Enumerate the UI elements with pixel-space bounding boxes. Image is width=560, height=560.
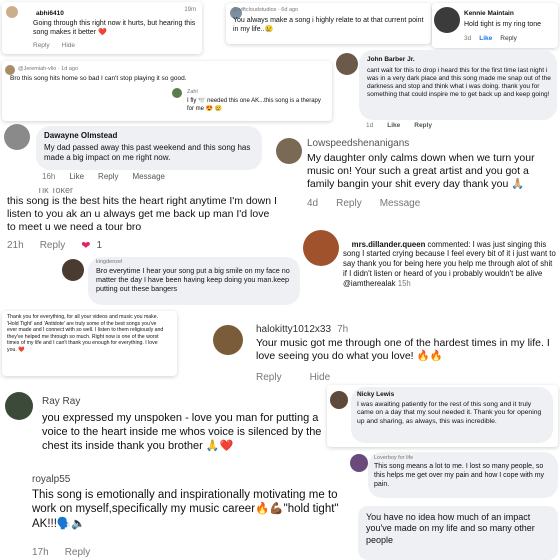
comment-user[interactable]: Kennie Maintain [464,10,514,18]
comment-text: this song is the best hits the heart rig… [7,195,277,234]
comment-time: 15h [397,278,411,288]
comment-time: 21h [7,240,24,251]
comment-text: Bro everytime I hear your song put a big… [96,266,292,293]
comment-user[interactable]: Ray Ray [42,396,80,409]
comment-bubble: John Barber Jr. cant wait for this to dr… [359,50,557,120]
comment-text: Your music got me through one of the har… [256,337,553,363]
avatar[interactable] [213,325,243,355]
hide-button[interactable]: Hide [310,372,331,383]
comment-text: You have no idea how much of an impact y… [366,512,538,545]
avatar[interactable] [4,124,30,150]
avatar[interactable] [350,454,368,472]
comment-time: 1d [366,122,374,129]
comment-card-tiktoker: Tik Toker this song is the best hits the… [2,188,277,254]
comment-card-lowspeed: Lowspeedshenanigans My daughter only cal… [273,134,560,214]
avatar[interactable] [5,65,15,75]
comment-text: This song means a lot to me. I lost so m… [374,463,546,488]
comment-user[interactable]: royalp55 [32,474,70,487]
reply-avatar[interactable] [172,88,182,98]
comment-card-thankyou: Thank you for everything, for all your v… [2,311,177,376]
comment-user[interactable]: Loverboy for life [374,455,413,462]
avatar[interactable] [336,53,358,75]
reply-button[interactable]: Reply [40,240,66,251]
comment-card-loverboy: Loverboy for life This song means a lot … [350,452,560,498]
like-button[interactable]: Like [479,35,492,42]
comment-bubble: kingdenzel Bro everytime I hear your son… [88,257,300,305]
comment-text: you expressed my unspoken - love you man… [42,412,325,452]
comment-text: My daughter only calms down when we turn… [307,152,538,191]
comment-time: 4d [307,198,319,209]
reply-button[interactable]: Reply [33,42,50,49]
comment-card-kingdenzel: kingdenzel Bro everytime I hear your son… [62,255,302,307]
comment-user[interactable]: mrs.dillander.queen [352,240,426,249]
comment-time: 16h [42,172,56,181]
comment-user[interactable]: halokitty1012x33 [256,324,331,335]
avatar[interactable] [5,392,33,420]
comment-user[interactable]: kingdenzel [96,259,122,266]
comment-user[interactable]: Nicky Lewis [357,391,394,399]
reply-user[interactable]: Zahl [187,89,198,96]
reply-text: I fly 🕊️ needed this one AK...this song … [187,98,323,112]
reply-button[interactable]: Reply [336,198,362,209]
comment-text: mrs.dillander.queen commented: I was jus… [343,239,558,288]
comment-user[interactable]: @wiftcloudstudios · 6d ago [232,7,298,14]
comment-card-royalp55: royalp55 This song is emotionally and in… [2,474,352,560]
message-button[interactable]: Message [380,198,421,209]
comment-text: Going through this right now it hurts, b… [33,20,198,36]
comment-user[interactable]: John Barber Jr. [367,56,415,64]
comment-user[interactable]: Dawayne Olmstead [44,131,117,141]
comment-bubble: Dawayne Olmstead My dad passed away this… [36,126,262,170]
comment-time: 17h [32,547,49,558]
comment-bubble: Nicky Lewis I was awaiting patiently for… [351,387,553,443]
like-button[interactable]: Like [69,172,84,181]
comment-card-jeremiah: @Jeremiah-vlio · 1d ago Bro this song hi… [2,61,332,121]
avatar[interactable] [330,391,348,409]
avatar[interactable] [303,230,339,266]
avatar[interactable] [62,259,84,281]
like-button[interactable]: Like [387,122,400,129]
comment-card-impact: You have no idea how much of an impact y… [352,506,560,560]
comment-text: cant wait for this to drop i heard this … [367,67,553,99]
comment-user[interactable]: Lowspeedshenanigans [307,138,409,151]
comment-card-dawayne: Dawayne Olmstead My dad passed away this… [2,124,272,186]
reply-button[interactable]: Reply [98,172,118,181]
comment-text: You always make a song i highly relate t… [233,17,426,33]
comment-bubble: You have no idea how much of an impact y… [358,506,558,560]
reply-button[interactable]: Reply [414,122,432,129]
comment-text: Bro this song hits home so bad I can't s… [10,75,187,82]
comment-card-nicky: Nicky Lewis I was awaiting patiently for… [327,385,558,447]
comment-card-rayray: Ray Ray you expressed my unspoken - love… [2,392,332,478]
comment-card-abhi: abhi6410 Going through this right now it… [2,2,202,54]
comment-card-kennie: Kennie Maintain Hold tight is my ring to… [432,3,558,48]
like-count: 1 [96,240,103,251]
comment-card-john: John Barber Jr. cant wait for this to dr… [332,50,560,134]
comment-time: 3d [464,35,472,42]
comment-text: This song is emotionally and inspiration… [32,489,342,530]
comment-text: Hold tight is my ring tone [464,21,542,28]
comment-card-halokitty: halokitty1012x33 7h Your music got me th… [212,322,560,386]
comment-time: 19m [184,7,196,13]
heart-icon[interactable]: ❤︎ [81,239,90,252]
comment-text: Thank you for everything, for all your v… [7,314,165,353]
reply-button[interactable]: Reply [65,547,91,558]
comment-text: My dad passed away this past weekend and… [44,143,253,162]
comment-user[interactable]: @Jeremiah-vlio · 1d ago [18,66,78,73]
hide-button[interactable]: Hide [62,42,75,49]
comment-card-wiftcloud: @wiftcloudstudios · 6d ago You always ma… [226,3,431,44]
avatar[interactable] [6,6,18,18]
comment-user[interactable]: abhi6410 [36,10,64,18]
comment-text: I was awaiting patiently for the rest of… [357,401,544,425]
avatar[interactable] [434,7,460,33]
reply-button[interactable]: Reply [500,35,517,42]
reply-button[interactable]: Reply [256,372,282,383]
comment-card-mrsdillander: mrs.dillander.queen commented: I was jus… [300,226,560,296]
avatar[interactable] [276,138,302,164]
message-button[interactable]: Message [133,172,165,181]
comment-bubble: Loverboy for life This song means a lot … [368,452,558,498]
comment-time: 7h [337,324,349,335]
